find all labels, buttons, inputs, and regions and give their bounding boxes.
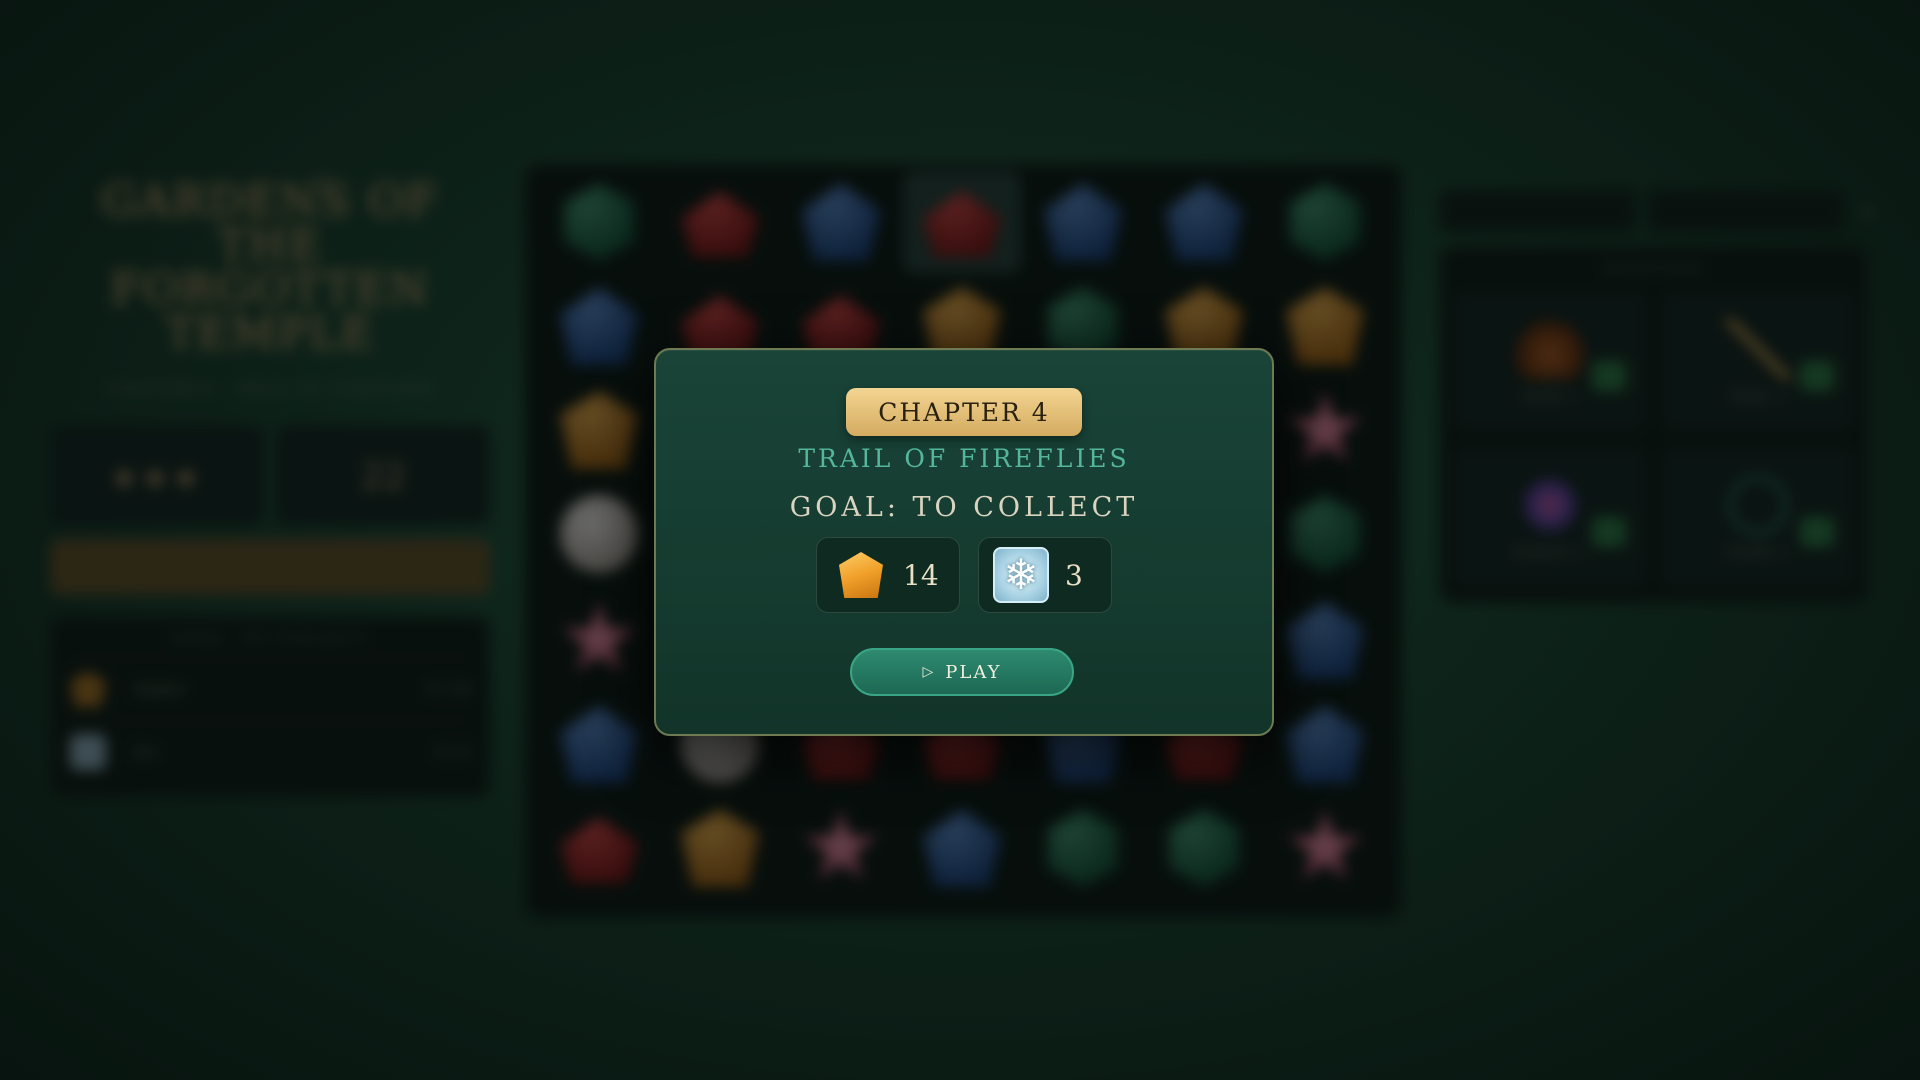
red-gem [560, 816, 638, 884]
goal-name: Amber [134, 680, 185, 698]
goal-item-amber: 14 [816, 537, 960, 613]
blue-gem [802, 183, 880, 261]
chapter-name: TRAIL OF FIREFLIES [798, 444, 1130, 473]
goal-item-ice: ❄ 3 [978, 537, 1112, 613]
booster-grid: Bomb × Magic × Rainbow × Shuffle × [1454, 291, 1854, 587]
goal-count: 14 [903, 558, 939, 592]
ice-tile-icon: ❄ [993, 547, 1049, 603]
leaf-icon: ❦ [315, 170, 331, 191]
goal-row: Ice 0 / 3 [70, 720, 470, 783]
star-gem [1287, 809, 1363, 880]
amber-gem-icon [839, 552, 883, 598]
tab-right [1648, 190, 1844, 232]
level-info-panel: ❦ GARDENS OF THE FORGOTTEN TEMPLE CHAPTE… [50, 170, 490, 797]
amber-gem [560, 391, 638, 469]
star-rating: ★★★ [110, 460, 204, 496]
goal-heading: GOAL: TO COLLECT [789, 492, 1139, 523]
boosters-box: BOOSTERS Bomb × Magic × Rainbow × Shuffl… [1440, 246, 1868, 603]
chapter-badge: CHAPTER 4 [846, 388, 1082, 436]
amber-gem-icon [70, 671, 106, 707]
goal-name: Ice [134, 743, 158, 761]
right-tabs: × [1440, 190, 1880, 232]
boosters-title: BOOSTERS [1603, 262, 1705, 277]
goals-title: GOAL: TO COLLECT [172, 631, 368, 647]
game-title: GARDENS OF THE FORGOTTEN TEMPLE [101, 176, 439, 359]
blue-gem [1286, 601, 1364, 679]
booster-label: Magic × [1730, 388, 1786, 404]
booster-count-badge [1800, 361, 1834, 391]
goal-row: Amber 0 / 14 [70, 657, 470, 720]
level-banner [50, 539, 490, 595]
booster-label: Rainbow × [1513, 544, 1587, 560]
magic-wand-icon [1723, 318, 1793, 379]
chapter-intro-dialog: CHAPTER 4 TRAIL OF FIREFLIES GOAL: TO CO… [654, 348, 1274, 736]
moves-value: 22 [360, 456, 406, 498]
ice-tile-icon [70, 734, 106, 770]
tab-left [1440, 190, 1636, 232]
blue-gem [560, 287, 638, 365]
boosters-panel: × BOOSTERS Bomb × Magic × Rainbow × Shuf… [1440, 190, 1880, 603]
blue-gem [1044, 183, 1122, 261]
green-gem [563, 183, 635, 261]
booster-label: Shuffle × [1727, 544, 1789, 560]
red-gem [681, 190, 759, 258]
blue-gem [560, 705, 638, 783]
booster-count-badge [1592, 361, 1626, 391]
green-gem [1168, 809, 1240, 887]
blue-gem [1165, 183, 1243, 261]
amber-gem [1286, 287, 1364, 365]
booster-count-badge [1592, 517, 1626, 547]
blue-gem [1286, 705, 1364, 783]
moves-box: 22 [276, 425, 490, 525]
stars-box: ★★★ [50, 425, 264, 525]
goal-progress: 0 / 14 [426, 680, 470, 698]
level-subtitle: CHAPTER 4 · TRAIL OF FIREFLIES [106, 382, 434, 397]
goals-panel: GOAL: TO COLLECT Amber 0 / 14 Ice 0 / 3 [50, 617, 490, 797]
bomb-icon [1515, 318, 1585, 379]
booster-count-badge [1800, 517, 1834, 547]
goal-count: 3 [1065, 558, 1083, 592]
play-button-label: PLAY [945, 661, 1002, 683]
goal-progress: 0 / 3 [436, 743, 470, 761]
green-gem [1047, 809, 1119, 887]
shuffle-icon [1728, 474, 1788, 535]
booster-shuffle: Shuffle × [1662, 447, 1854, 587]
booster-magic: Magic × [1662, 291, 1854, 431]
play-icon: ▷ [922, 664, 936, 680]
pearl-gem [560, 495, 638, 573]
goal-items: 14 ❄ 3 [816, 537, 1112, 613]
blue-gem [923, 809, 1001, 887]
star-gem [803, 809, 879, 880]
play-button[interactable]: ▷ PLAY [850, 648, 1074, 696]
amber-gem [681, 809, 759, 887]
stats-row: ★★★ 22 [50, 425, 490, 525]
star-gem [561, 601, 637, 672]
close-icon: × [1859, 199, 1877, 223]
booster-label: Bomb × [1523, 388, 1577, 404]
booster-bomb: Bomb × [1454, 291, 1646, 431]
booster-rainbow: Rainbow × [1454, 447, 1646, 587]
green-gem [1289, 495, 1361, 573]
star-gem [1287, 391, 1363, 462]
rainbow-icon [1515, 474, 1585, 535]
green-gem [1289, 183, 1361, 261]
